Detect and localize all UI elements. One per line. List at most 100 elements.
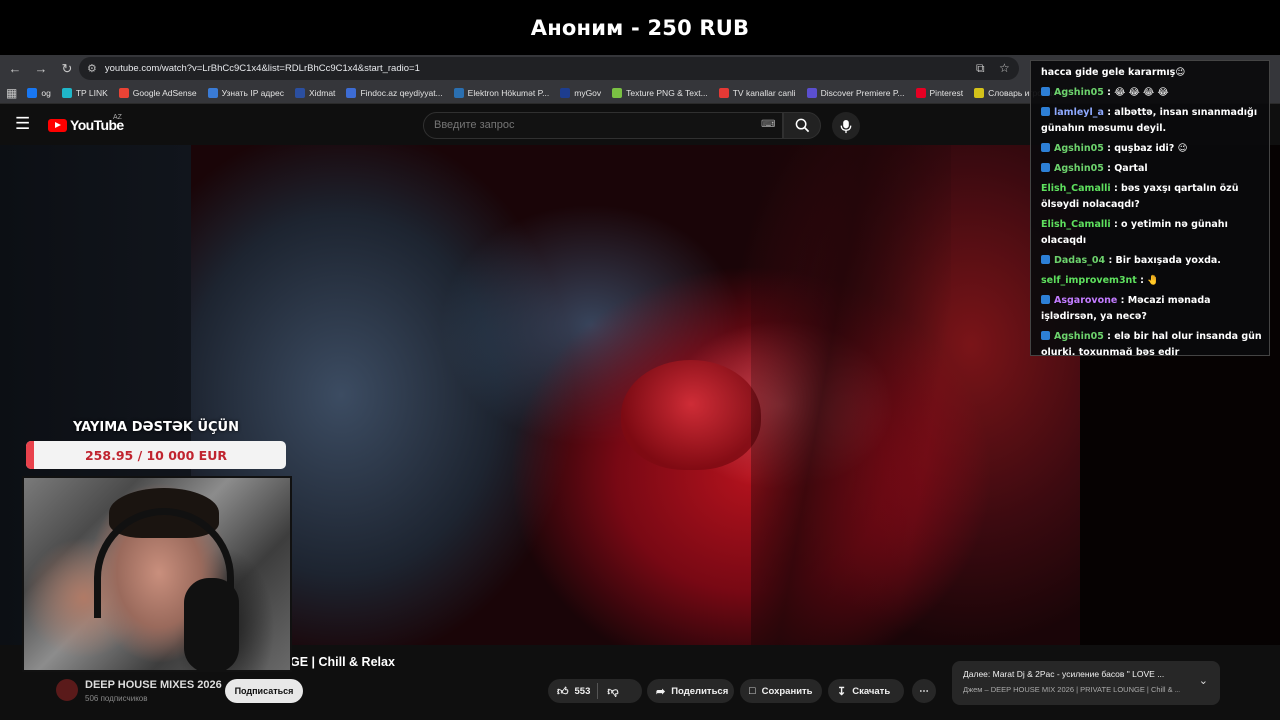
- bookmark-item[interactable]: og: [27, 87, 51, 98]
- subscribe-button[interactable]: Подписаться: [225, 679, 303, 703]
- video-player[interactable]: [191, 145, 1080, 645]
- more-actions-button[interactable]: ⋯: [912, 679, 936, 703]
- save-button[interactable]: □ Сохранить: [740, 679, 822, 703]
- bookmark-favicon-icon: [294, 87, 305, 98]
- bookmark-label: TP LINK: [75, 87, 108, 98]
- youtube-play-icon: [48, 118, 67, 132]
- up-next-title[interactable]: Далее: Marat Dj & 2Pac - усиление басов …: [963, 669, 1180, 679]
- search-button[interactable]: [783, 112, 821, 139]
- bookmark-label: Findoc.az qeydiyyat...: [360, 87, 443, 98]
- bookmark-star-icon[interactable]: ☆: [999, 61, 1010, 75]
- download-icon: ↧: [837, 685, 847, 698]
- search-box[interactable]: ⌨: [423, 112, 783, 139]
- chevron-down-icon[interactable]: ⌄: [1199, 674, 1208, 687]
- chat-message: Agshin05 : quşbaz idi? 😉: [1041, 141, 1263, 157]
- chat-badge-icon: [1041, 143, 1050, 152]
- video-frame-shadow: [751, 145, 951, 645]
- chat-username[interactable]: Elish_Camalli: [1041, 219, 1111, 230]
- chat-panel: hacca gide gele kararmış😉 Agshin05 : 😂 😂 …: [1030, 60, 1270, 356]
- more-icon: ⋯: [919, 685, 929, 697]
- chat-badge-icon: [1041, 107, 1050, 116]
- install-app-icon[interactable]: ⧉: [976, 61, 985, 76]
- chat-username[interactable]: Agshin05: [1054, 331, 1104, 342]
- chat-badge-icon: [1041, 163, 1050, 172]
- donation-alert-text: Аноним - 250 RUB: [530, 15, 750, 40]
- bookmark-item[interactable]: Texture PNG & Text...: [612, 87, 708, 98]
- like-count[interactable]: 553: [575, 686, 591, 697]
- bookmark-label: myGov: [574, 87, 602, 98]
- chat-message: Elish_Camalli : o yetimin nə günahı olac…: [1041, 217, 1263, 249]
- chat-username[interactable]: Agshin05: [1054, 163, 1104, 174]
- chat-message: self_improvem3nt : 🤚: [1041, 273, 1263, 289]
- donation-alert: Аноним - 250 RUB: [0, 0, 1280, 55]
- up-next-card[interactable]: Далее: Marat Dj & 2Pac - усиление басов …: [952, 661, 1220, 705]
- url-text[interactable]: youtube.com/watch?v=LrBhCc9C1x4&list=RDL…: [105, 63, 420, 74]
- chat-message: Asgarovone : Məcazi mənada işlədirsən, y…: [1041, 293, 1263, 325]
- reload-icon[interactable]: ↻: [55, 57, 79, 81]
- bookmark-favicon-icon: [207, 87, 218, 98]
- video-frame-detail: [621, 360, 761, 470]
- keyboard-icon[interactable]: ⌨: [761, 119, 775, 130]
- voice-search-button[interactable]: [832, 112, 860, 140]
- chat-username[interactable]: Agshin05: [1054, 87, 1104, 98]
- bookmark-item[interactable]: Elektron Hökumət P...: [453, 87, 550, 98]
- bookmark-item[interactable]: Pinterest: [915, 87, 964, 98]
- video-title: GE | Chill & Relax: [290, 655, 395, 669]
- microphone-icon: [184, 578, 239, 670]
- bookmark-item[interactable]: Xidmat: [294, 87, 335, 98]
- chat-username[interactable]: Asgarovone: [1054, 295, 1117, 306]
- chat-text: : quşbaz idi? 😉: [1107, 143, 1188, 154]
- search-input[interactable]: [434, 119, 734, 131]
- bookmark-favicon-icon: [806, 87, 817, 98]
- back-icon[interactable]: ←: [3, 57, 27, 81]
- like-icon[interactable]: 👍︎: [557, 685, 569, 698]
- bookmark-item[interactable]: TV kanallar canli: [718, 87, 796, 98]
- channel-avatar[interactable]: [56, 679, 78, 701]
- bookmark-label: Discover Premiere P...: [820, 87, 905, 98]
- bookmark-item[interactable]: myGov: [560, 87, 602, 98]
- bookmark-favicon-icon: [560, 87, 571, 98]
- like-dislike-group: 👍︎ 553 👎︎: [548, 679, 642, 703]
- chat-username[interactable]: Dadas_04: [1054, 255, 1105, 266]
- bookmark-label: Pinterest: [929, 87, 964, 98]
- chat-text: hacca gide gele kararmış😉: [1041, 67, 1186, 78]
- mic-icon: [840, 119, 852, 133]
- bookmark-label: Texture PNG & Text...: [626, 87, 708, 98]
- bookmark-item[interactable]: Findoc.az qeydiyyat...: [346, 87, 443, 98]
- chat-username[interactable]: Elish_Camalli: [1041, 183, 1111, 194]
- bookmark-item[interactable]: TP LINK: [61, 87, 108, 98]
- donation-goal-title: YAYIMA DƏSTƏK ÜÇÜN: [73, 420, 239, 435]
- share-button[interactable]: ➦ Поделиться: [647, 679, 734, 703]
- bookmark-label: og: [41, 87, 51, 98]
- bookmark-label: Google AdSense: [132, 87, 197, 98]
- chat-username[interactable]: self_improvem3nt: [1041, 275, 1137, 286]
- menu-icon[interactable]: ☰: [15, 114, 30, 134]
- chat-text: : 😂 😂 😂 😂: [1107, 87, 1169, 98]
- bookmark-favicon-icon: [61, 87, 72, 98]
- bookmark-item[interactable]: Discover Premiere P...: [806, 87, 905, 98]
- chat-username[interactable]: Agshin05: [1054, 143, 1104, 154]
- chat-badge-icon: [1041, 331, 1050, 340]
- chat-username[interactable]: lamleyl_a: [1054, 107, 1104, 118]
- channel-name[interactable]: DEEP HOUSE MIXES 2026: [85, 679, 222, 691]
- forward-icon[interactable]: →: [29, 57, 53, 81]
- address-bar[interactable]: ⚙ youtube.com/watch?v=LrBhCc9C1x4&list=R…: [79, 57, 1019, 80]
- dislike-icon[interactable]: 👎︎: [607, 685, 618, 698]
- chat-message: Agshin05 : elə bir hal olur insanda gün …: [1041, 329, 1263, 355]
- bookmark-label: TV kanallar canli: [732, 87, 796, 98]
- chat-text: : Bir baxışada yoxda.: [1108, 255, 1221, 266]
- download-button[interactable]: ↧ Скачать: [828, 679, 904, 703]
- bookmark-favicon-icon: [915, 87, 926, 98]
- apps-grid-icon[interactable]: ▦: [6, 86, 17, 100]
- bookmark-icon: □: [749, 685, 756, 697]
- like-divider: [597, 683, 598, 699]
- bookmark-favicon-icon: [718, 87, 729, 98]
- chat-message: Dadas_04 : Bir baxışada yoxda.: [1041, 253, 1263, 269]
- bookmark-label: Elektron Hökumət P...: [467, 87, 550, 98]
- site-info-icon[interactable]: ⚙: [87, 62, 97, 75]
- chat-message: Agshin05 : Qartal: [1041, 161, 1263, 177]
- chat-message: hacca gide gele kararmış😉: [1041, 65, 1263, 81]
- bookmark-favicon-icon: [453, 87, 464, 98]
- bookmark-item[interactable]: Узнать IP адрес: [207, 87, 284, 98]
- bookmark-item[interactable]: Google AdSense: [118, 87, 197, 98]
